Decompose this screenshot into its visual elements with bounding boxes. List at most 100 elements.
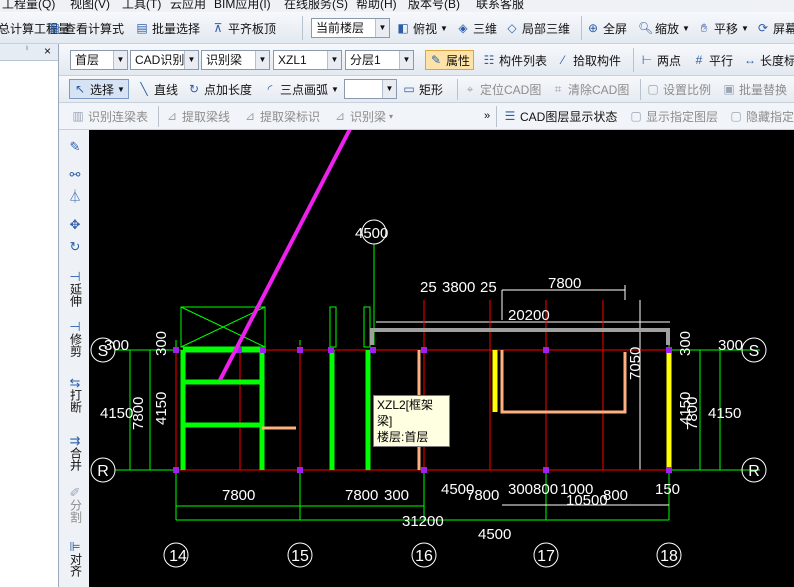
recognize-toolbar: ▥ 识别连梁表 ⊿ 提取梁线 ⊿ 提取梁标识 ⊿ 识别梁 ▾ » ☰ CAD图层显示状态 ▢… xyxy=(0,103,794,130)
hide-layer-button[interactable]: ▢ 隐藏指定图层 xyxy=(729,106,794,126)
rotate-screen-button[interactable]: ⟳ 屏幕旋转 xyxy=(756,18,794,38)
move-tool[interactable]: ✥ xyxy=(63,218,87,231)
extract-beam-label-button[interactable]: ⊿ 提取梁标识 xyxy=(243,106,320,126)
scale-icon: ▢ xyxy=(647,82,659,96)
three-d-button[interactable]: ◈ 三维 xyxy=(456,18,497,38)
trim-tool[interactable]: ⊣ 修剪 xyxy=(63,320,87,360)
merge-tool[interactable]: ⇉ 合并 xyxy=(63,434,87,474)
arc-value-select[interactable]: ▼ xyxy=(344,79,397,99)
properties-button[interactable]: ✎ 属性 xyxy=(425,50,475,70)
line-tool-button[interactable]: ╲ 直线 xyxy=(137,79,178,99)
local-3d-icon: ◇ xyxy=(507,21,517,35)
separator xyxy=(302,16,303,40)
gray-beam xyxy=(370,328,670,345)
show-layer-button[interactable]: ▢ 显示指定图层 xyxy=(629,106,718,126)
floor-select[interactable]: 首层 ▼ xyxy=(70,50,128,70)
batch-select-icon: ▤ xyxy=(136,21,148,35)
floor-scope-select[interactable]: 当前楼层 ▼ xyxy=(311,18,390,38)
extract-beam-line-button[interactable]: ⊿ 提取梁线 xyxy=(165,106,230,126)
menu-tools[interactable]: 工具(T) xyxy=(122,0,161,12)
overflow-chevron[interactable]: » xyxy=(484,106,490,126)
parallel-button[interactable]: # 平行 xyxy=(692,50,733,70)
cad-drawing-canvas[interactable]: S S R R 14 15 16 17 18 4500 25 3800 25 7… xyxy=(89,130,794,587)
tooltip-floor: 楼层:首层 xyxy=(377,430,429,444)
flush-top-label: 平齐板顶 xyxy=(228,21,277,36)
menu-online[interactable]: 在线服务(S) xyxy=(284,0,348,12)
rectangle-label: 矩形 xyxy=(419,82,444,97)
cad-layer-state-button[interactable]: ☰ CAD图层显示状态 xyxy=(503,106,618,126)
batch-replace-button[interactable]: ▣ 批量替换 xyxy=(722,79,787,99)
rotate-screen-label: 屏幕旋转 xyxy=(773,21,794,36)
three-point-arc-button[interactable]: ◜ 三点画弧 ▼ xyxy=(263,79,339,99)
dim-7800-top: 7800 xyxy=(548,275,581,292)
recognize-continuous-beam-button[interactable]: ▥ 识别连梁表 xyxy=(71,106,148,126)
mirror-tool[interactable]: ⏃ xyxy=(63,190,87,203)
set-scale-button[interactable]: ▢ 设置比例 xyxy=(646,79,711,99)
cad-recognize-select[interactable]: CAD识别 ▼ xyxy=(130,50,199,70)
menu-contact[interactable]: 联系客服 xyxy=(476,0,524,12)
brush-tool[interactable]: ✎ xyxy=(63,140,87,153)
list-icon: ☷ xyxy=(483,53,495,67)
locate-cad-label: 定位CAD图 xyxy=(480,82,542,97)
menu-bim[interactable]: BIM应用(I) xyxy=(214,0,271,12)
component-list-button[interactable]: ☷ 构件列表 xyxy=(482,50,547,70)
chevron-down-icon: ▼ xyxy=(440,23,448,33)
close-icon[interactable]: × xyxy=(44,44,51,58)
point-length-button[interactable]: ↻ 点加长度 xyxy=(187,79,252,99)
cad-layer-state-label: CAD图层显示状态 xyxy=(520,109,618,124)
length-dim-button[interactable]: ↔ 长度标注 xyxy=(743,50,794,70)
hatched-frame xyxy=(180,306,371,348)
parallel-icon: # xyxy=(695,53,703,67)
extend-label: 延伸 xyxy=(68,283,83,307)
view-formula-button[interactable]: ▦ 查看计算式 xyxy=(47,18,124,38)
dim-300-right-vertical: 300 xyxy=(677,331,694,356)
menu-version[interactable]: 版本号(B) xyxy=(408,0,460,12)
clear-cad-button[interactable]: ⌗ 清除CAD图 xyxy=(551,79,630,99)
two-points-button[interactable]: ⊢ 两点 xyxy=(640,50,681,70)
layer-select[interactable]: 分层1 ▼ xyxy=(345,50,414,70)
zoom-button[interactable]: 🔍︎ 缩放 ▼ xyxy=(638,18,690,38)
break-tool[interactable]: ⇆ 打断 xyxy=(63,376,87,416)
select-tool-button[interactable]: ↖ 选择 ▼ xyxy=(69,79,129,99)
extend-icon: ⊣ xyxy=(69,269,81,284)
menu-quantity[interactable]: 工程量(Q) xyxy=(2,0,55,12)
two-points-icon: ⊢ xyxy=(641,53,653,67)
pin-icon[interactable]: ᛌ xyxy=(24,45,30,56)
rotate-icon: ↻ xyxy=(69,239,81,254)
menu-help[interactable]: 帮助(H) xyxy=(356,0,397,12)
set-scale-label: 设置比例 xyxy=(663,82,712,97)
top-view-label: 俯视 xyxy=(413,21,438,36)
chevron-down-icon: ▼ xyxy=(399,51,413,69)
menu-cloud[interactable]: 云应用 xyxy=(170,0,206,12)
locate-cad-button[interactable]: ⌖ 定位CAD图 xyxy=(463,79,542,99)
menu-view[interactable]: 视图(V) xyxy=(70,0,110,12)
show-layer-icon: ▢ xyxy=(630,109,642,123)
axis-label-17: 17 xyxy=(537,548,555,565)
pick-component-button[interactable]: ⁄ 拾取构件 xyxy=(556,50,621,70)
align-tool[interactable]: ⊫ 对齐 xyxy=(63,540,87,580)
formula-icon: ▦ xyxy=(48,21,60,35)
flush-top-icon: ⊼ xyxy=(213,21,223,35)
rectangle-button[interactable]: ▭ 矩形 xyxy=(402,79,443,99)
separator xyxy=(633,48,634,72)
extend-tool[interactable]: ⊣ 延伸 xyxy=(63,270,87,310)
left-dock-panel: ᛌ × xyxy=(0,44,59,587)
recognize-beam-select[interactable]: 识别梁 ▼ xyxy=(201,50,270,70)
rotate-tool[interactable]: ↻ xyxy=(63,240,87,253)
flush-top-button[interactable]: ⊼ 平齐板顶 xyxy=(211,18,276,38)
recognize-beam-button[interactable]: ⊿ 识别梁 ▾ xyxy=(333,106,393,126)
full-screen-button[interactable]: ⊕ 全屏 xyxy=(586,18,627,38)
dim-4500-bottom-2: 4500 xyxy=(478,526,511,543)
panel-header: ᛌ × xyxy=(0,44,58,61)
split-tool[interactable]: ✐ 分割 xyxy=(63,486,87,526)
component-select[interactable]: XZL1 ▼ xyxy=(273,50,342,70)
copy-tool[interactable]: ⚯ xyxy=(63,168,87,181)
local-3d-button[interactable]: ◇ 局部三维 xyxy=(505,18,570,38)
zoom-label: 缩放 xyxy=(655,21,680,36)
three-point-arc-label: 三点画弧 xyxy=(280,82,329,97)
menu-bar: 工程量(Q) 视图(V) 工具(T) 云应用 BIM应用(I) 在线服务(S) … xyxy=(0,0,794,12)
dim-4500-top: 4500 xyxy=(355,225,388,242)
batch-select-button[interactable]: ▤ 批量选择 xyxy=(135,18,200,38)
pan-button[interactable]: ✋︎ 平移 ▼ xyxy=(697,18,749,38)
top-view-button[interactable]: ◧ 俯视 ▼ xyxy=(396,18,448,38)
